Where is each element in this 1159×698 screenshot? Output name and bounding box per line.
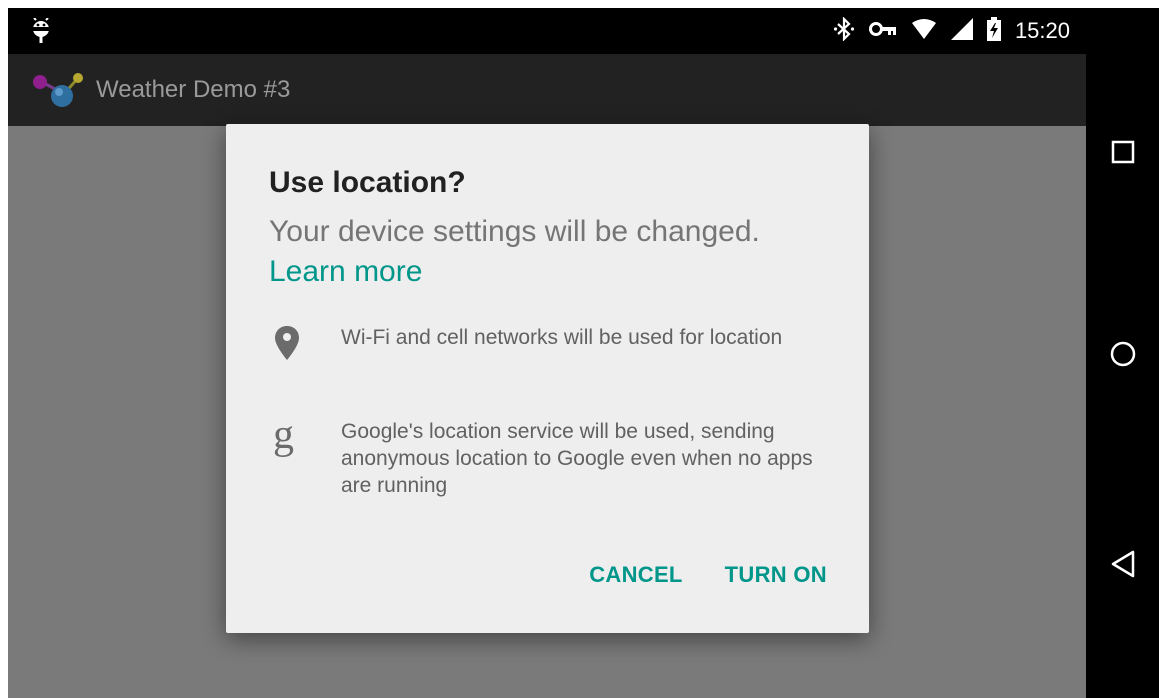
status-bar: 15:20 [8, 8, 1086, 54]
dialog-title: Use location? [269, 166, 466, 199]
learn-more-link[interactable]: Learn more [269, 252, 839, 292]
app-logo-icon [30, 70, 86, 115]
dialog-item-text: Google's location service will be used, … [341, 420, 813, 497]
back-icon [1110, 549, 1136, 584]
home-button[interactable] [1086, 326, 1159, 386]
app-bar: Weather Demo #3 [8, 54, 1086, 126]
turn-on-button[interactable]: TURN ON [725, 562, 827, 588]
location-pin-icon [269, 324, 341, 365]
svg-text:g: g [273, 418, 294, 458]
dialog-item-google: g Google's location service will be used… [269, 412, 829, 499]
recents-icon [1111, 140, 1135, 169]
google-g-icon: g [269, 412, 341, 499]
navigation-bar [1086, 8, 1159, 698]
cell-signal-icon [950, 17, 973, 45]
back-button[interactable] [1086, 536, 1159, 596]
dialog-item-networks: Wi-Fi and cell networks will be used for… [269, 324, 829, 365]
device-screen: 15:20 Weather Demo #3 Use location? Your… [8, 8, 1159, 698]
home-icon [1109, 340, 1137, 373]
android-debug-icon [30, 17, 52, 49]
recents-button[interactable] [1086, 124, 1159, 184]
dialog-item-text: Wi-Fi and cell networks will be used for… [341, 326, 783, 349]
app-title: Weather Demo #3 [96, 76, 291, 103]
status-clock: 15:20 [1014, 18, 1070, 43]
vpn-key-icon [868, 21, 897, 42]
bluetooth-icon [833, 15, 855, 46]
dialog-actions: CANCEL TURN ON [589, 562, 827, 588]
dialog-message: Your device settings will be changed. Le… [269, 212, 839, 292]
dialog-message-text: Your device settings will be changed. [269, 215, 760, 248]
cancel-button[interactable]: CANCEL [589, 562, 682, 588]
location-dialog: Use location? Your device settings will … [226, 124, 869, 633]
battery-charging-icon [986, 16, 1001, 46]
wifi-icon [911, 18, 937, 45]
